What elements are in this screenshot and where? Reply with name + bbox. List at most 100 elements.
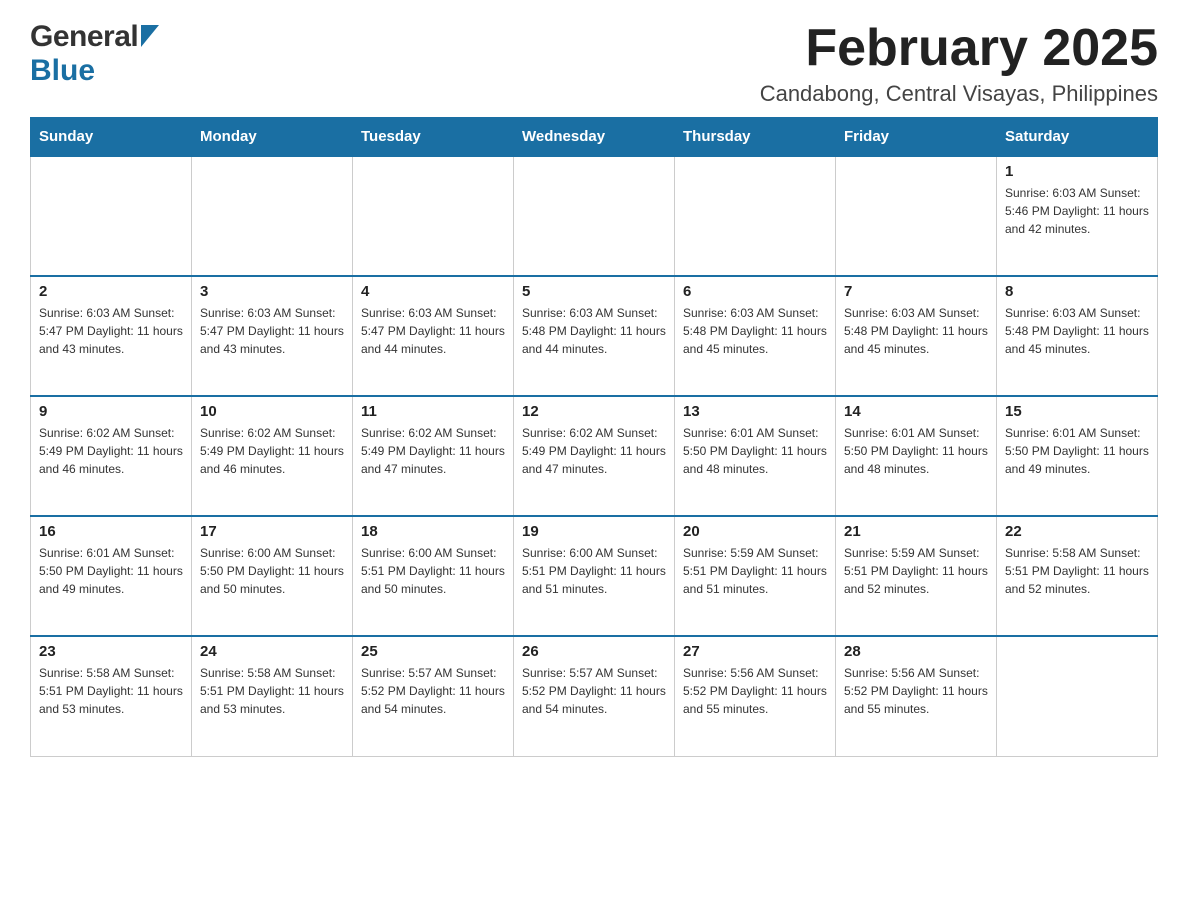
- calendar-header-row: Sunday Monday Tuesday Wednesday Thursday…: [31, 118, 1158, 157]
- table-row: [31, 156, 192, 276]
- day-number: 3: [200, 283, 344, 300]
- logo: General Blue: [30, 20, 160, 88]
- header-tuesday: Tuesday: [353, 118, 514, 157]
- table-row: 25 Sunrise: 5:57 AM Sunset: 5:52 PM Dayli…: [353, 636, 514, 756]
- day-number: 9: [39, 403, 183, 420]
- table-row: 7Sunrise: 6:03 AM Sunset: 5:48 PM Daylig…: [836, 276, 997, 396]
- day-info: Sunrise: 5:58 AM Sunset: 5:51 PM Dayligh…: [1005, 544, 1149, 598]
- day-info: Sunrise: 6:01 AM Sunset: 5:50 PM Dayligh…: [683, 424, 827, 478]
- day-info: Sunrise: 5:59 AM Sunset: 5:51 PM Dayligh…: [844, 544, 988, 598]
- day-info: Sunrise: 6:02 AM Sunset: 5:49 PM Dayligh…: [361, 424, 505, 478]
- table-row: 19 Sunrise: 6:00 AM Sunset: 5:51 PM Dayli…: [514, 516, 675, 636]
- table-row: 3 Sunrise: 6:03 AM Sunset: 5:47 PM Daylig…: [192, 276, 353, 396]
- table-row: 1Sunrise: 6:03 AM Sunset: 5:46 PM Daylig…: [997, 156, 1158, 276]
- day-number: 26: [522, 643, 666, 660]
- table-row: 22 Sunrise: 5:58 AM Sunset: 5:51 PM Dayli…: [997, 516, 1158, 636]
- calendar-week-row: 23 Sunrise: 5:58 AM Sunset: 5:51 PM Dayli…: [31, 636, 1158, 756]
- day-info: Sunrise: 6:03 AM Sunset: 5:48 PM Dayligh…: [522, 304, 666, 358]
- day-info: Sunrise: 5:58 AM Sunset: 5:51 PM Dayligh…: [200, 664, 344, 718]
- header-wednesday: Wednesday: [514, 118, 675, 157]
- day-number: 14: [844, 403, 988, 420]
- table-row: 6Sunrise: 6:03 AM Sunset: 5:48 PM Daylig…: [675, 276, 836, 396]
- calendar-week-row: 16 Sunrise: 6:01 AM Sunset: 5:50 PM Dayli…: [31, 516, 1158, 636]
- table-row: 27 Sunrise: 5:56 AM Sunset: 5:52 PM Dayli…: [675, 636, 836, 756]
- table-row: 16 Sunrise: 6:01 AM Sunset: 5:50 PM Dayli…: [31, 516, 192, 636]
- logo-arrow-icon: [139, 27, 159, 47]
- table-row: 24 Sunrise: 5:58 AM Sunset: 5:51 PM Dayli…: [192, 636, 353, 756]
- day-number: 2: [39, 283, 183, 300]
- table-row: 14Sunrise: 6:01 AM Sunset: 5:50 PM Dayli…: [836, 396, 997, 516]
- day-info: Sunrise: 5:59 AM Sunset: 5:51 PM Dayligh…: [683, 544, 827, 598]
- day-info: Sunrise: 6:03 AM Sunset: 5:48 PM Dayligh…: [1005, 304, 1149, 358]
- table-row: 23 Sunrise: 5:58 AM Sunset: 5:51 PM Dayli…: [31, 636, 192, 756]
- header-thursday: Thursday: [675, 118, 836, 157]
- table-row: 21 Sunrise: 5:59 AM Sunset: 5:51 PM Dayli…: [836, 516, 997, 636]
- day-number: 15: [1005, 403, 1149, 420]
- table-row: 12 Sunrise: 6:02 AM Sunset: 5:49 PM Dayli…: [514, 396, 675, 516]
- calendar-week-row: 1Sunrise: 6:03 AM Sunset: 5:46 PM Daylig…: [31, 156, 1158, 276]
- day-info: Sunrise: 5:56 AM Sunset: 5:52 PM Dayligh…: [683, 664, 827, 718]
- day-number: 28: [844, 643, 988, 660]
- day-number: 12: [522, 403, 666, 420]
- page-header: General Blue February 2025 Candabong, Ce…: [30, 20, 1158, 107]
- table-row: 11 Sunrise: 6:02 AM Sunset: 5:49 PM Dayli…: [353, 396, 514, 516]
- day-number: 17: [200, 523, 344, 540]
- day-info: Sunrise: 6:03 AM Sunset: 5:47 PM Dayligh…: [200, 304, 344, 358]
- day-info: Sunrise: 6:03 AM Sunset: 5:46 PM Dayligh…: [1005, 184, 1149, 238]
- table-row: 5Sunrise: 6:03 AM Sunset: 5:48 PM Daylig…: [514, 276, 675, 396]
- table-row: 8Sunrise: 6:03 AM Sunset: 5:48 PM Daylig…: [997, 276, 1158, 396]
- day-number: 13: [683, 403, 827, 420]
- day-info: Sunrise: 6:03 AM Sunset: 5:47 PM Dayligh…: [39, 304, 183, 358]
- day-info: Sunrise: 6:01 AM Sunset: 5:50 PM Dayligh…: [39, 544, 183, 598]
- header-sunday: Sunday: [31, 118, 192, 157]
- day-info: Sunrise: 6:03 AM Sunset: 5:47 PM Dayligh…: [361, 304, 505, 358]
- table-row: [836, 156, 997, 276]
- day-info: Sunrise: 5:56 AM Sunset: 5:52 PM Dayligh…: [844, 664, 988, 718]
- day-number: 25: [361, 643, 505, 660]
- day-number: 20: [683, 523, 827, 540]
- logo-blue-text: Blue: [30, 54, 95, 87]
- header-friday: Friday: [836, 118, 997, 157]
- table-row: 10Sunrise: 6:02 AM Sunset: 5:49 PM Dayli…: [192, 396, 353, 516]
- day-info: Sunrise: 5:57 AM Sunset: 5:52 PM Dayligh…: [361, 664, 505, 718]
- table-row: 20 Sunrise: 5:59 AM Sunset: 5:51 PM Dayli…: [675, 516, 836, 636]
- table-row: 26 Sunrise: 5:57 AM Sunset: 5:52 PM Dayli…: [514, 636, 675, 756]
- day-info: Sunrise: 6:00 AM Sunset: 5:51 PM Dayligh…: [522, 544, 666, 598]
- day-number: 23: [39, 643, 183, 660]
- day-number: 16: [39, 523, 183, 540]
- day-number: 19: [522, 523, 666, 540]
- day-number: 11: [361, 403, 505, 420]
- table-row: 15 Sunrise: 6:01 AM Sunset: 5:50 PM Dayli…: [997, 396, 1158, 516]
- table-row: [192, 156, 353, 276]
- table-row: 4 Sunrise: 6:03 AM Sunset: 5:47 PM Daylig…: [353, 276, 514, 396]
- month-year-title: February 2025: [760, 20, 1158, 77]
- day-info: Sunrise: 6:02 AM Sunset: 5:49 PM Dayligh…: [39, 424, 183, 478]
- logo-general-text: General: [30, 20, 138, 54]
- day-number: 6: [683, 283, 827, 300]
- table-row: [353, 156, 514, 276]
- title-block: February 2025 Candabong, Central Visayas…: [760, 20, 1158, 107]
- location-subtitle: Candabong, Central Visayas, Philippines: [760, 81, 1158, 107]
- day-number: 10: [200, 403, 344, 420]
- table-row: 13 Sunrise: 6:01 AM Sunset: 5:50 PM Dayli…: [675, 396, 836, 516]
- day-number: 18: [361, 523, 505, 540]
- day-info: Sunrise: 5:57 AM Sunset: 5:52 PM Dayligh…: [522, 664, 666, 718]
- day-number: 22: [1005, 523, 1149, 540]
- day-number: 4: [361, 283, 505, 300]
- table-row: 18Sunrise: 6:00 AM Sunset: 5:51 PM Dayli…: [353, 516, 514, 636]
- day-info: Sunrise: 6:03 AM Sunset: 5:48 PM Dayligh…: [844, 304, 988, 358]
- header-monday: Monday: [192, 118, 353, 157]
- table-row: [997, 636, 1158, 756]
- table-row: 2 Sunrise: 6:03 AM Sunset: 5:47 PM Daylig…: [31, 276, 192, 396]
- day-info: Sunrise: 6:02 AM Sunset: 5:49 PM Dayligh…: [522, 424, 666, 478]
- day-info: Sunrise: 5:58 AM Sunset: 5:51 PM Dayligh…: [39, 664, 183, 718]
- header-saturday: Saturday: [997, 118, 1158, 157]
- day-number: 27: [683, 643, 827, 660]
- table-row: [514, 156, 675, 276]
- day-info: Sunrise: 6:01 AM Sunset: 5:50 PM Dayligh…: [1005, 424, 1149, 478]
- calendar-week-row: 2 Sunrise: 6:03 AM Sunset: 5:47 PM Daylig…: [31, 276, 1158, 396]
- day-number: 24: [200, 643, 344, 660]
- calendar-table: Sunday Monday Tuesday Wednesday Thursday…: [30, 117, 1158, 757]
- table-row: [675, 156, 836, 276]
- day-number: 21: [844, 523, 988, 540]
